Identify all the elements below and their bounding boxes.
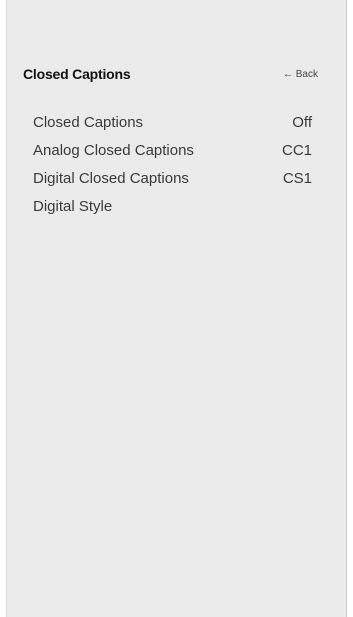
menu-item-label: Digital Closed Captions [33,169,189,187]
menu-item-value: CS1 [282,169,312,187]
menu-item-label: Digital Style [33,197,113,215]
back-button[interactable]: ← Back [282,67,318,80]
menu-item-digital-closed-captions[interactable]: Digital Closed Captions CS1 [33,164,312,192]
menu-item-digital-style[interactable]: Digital Style [33,192,312,220]
back-label: Back [295,68,318,80]
menu-item-label: Analog Closed Captions [33,141,194,159]
menu-item-value: CC1 [281,141,312,159]
menu-item-analog-closed-captions[interactable]: Analog Closed Captions CC1 [33,136,312,164]
settings-menu: Closed Captions Off Analog Closed Captio… [33,108,312,220]
panel-title: Closed Captions [23,66,131,82]
menu-item-value: Off [292,113,312,131]
closed-captions-panel: Closed Captions ← Back Closed Captions O… [6,0,347,617]
menu-item-label: Closed Captions [33,113,144,131]
arrow-left-icon: ← [282,67,294,80]
menu-item-closed-captions[interactable]: Closed Captions Off [33,108,312,136]
panel-header: Closed Captions ← Back [23,64,318,84]
